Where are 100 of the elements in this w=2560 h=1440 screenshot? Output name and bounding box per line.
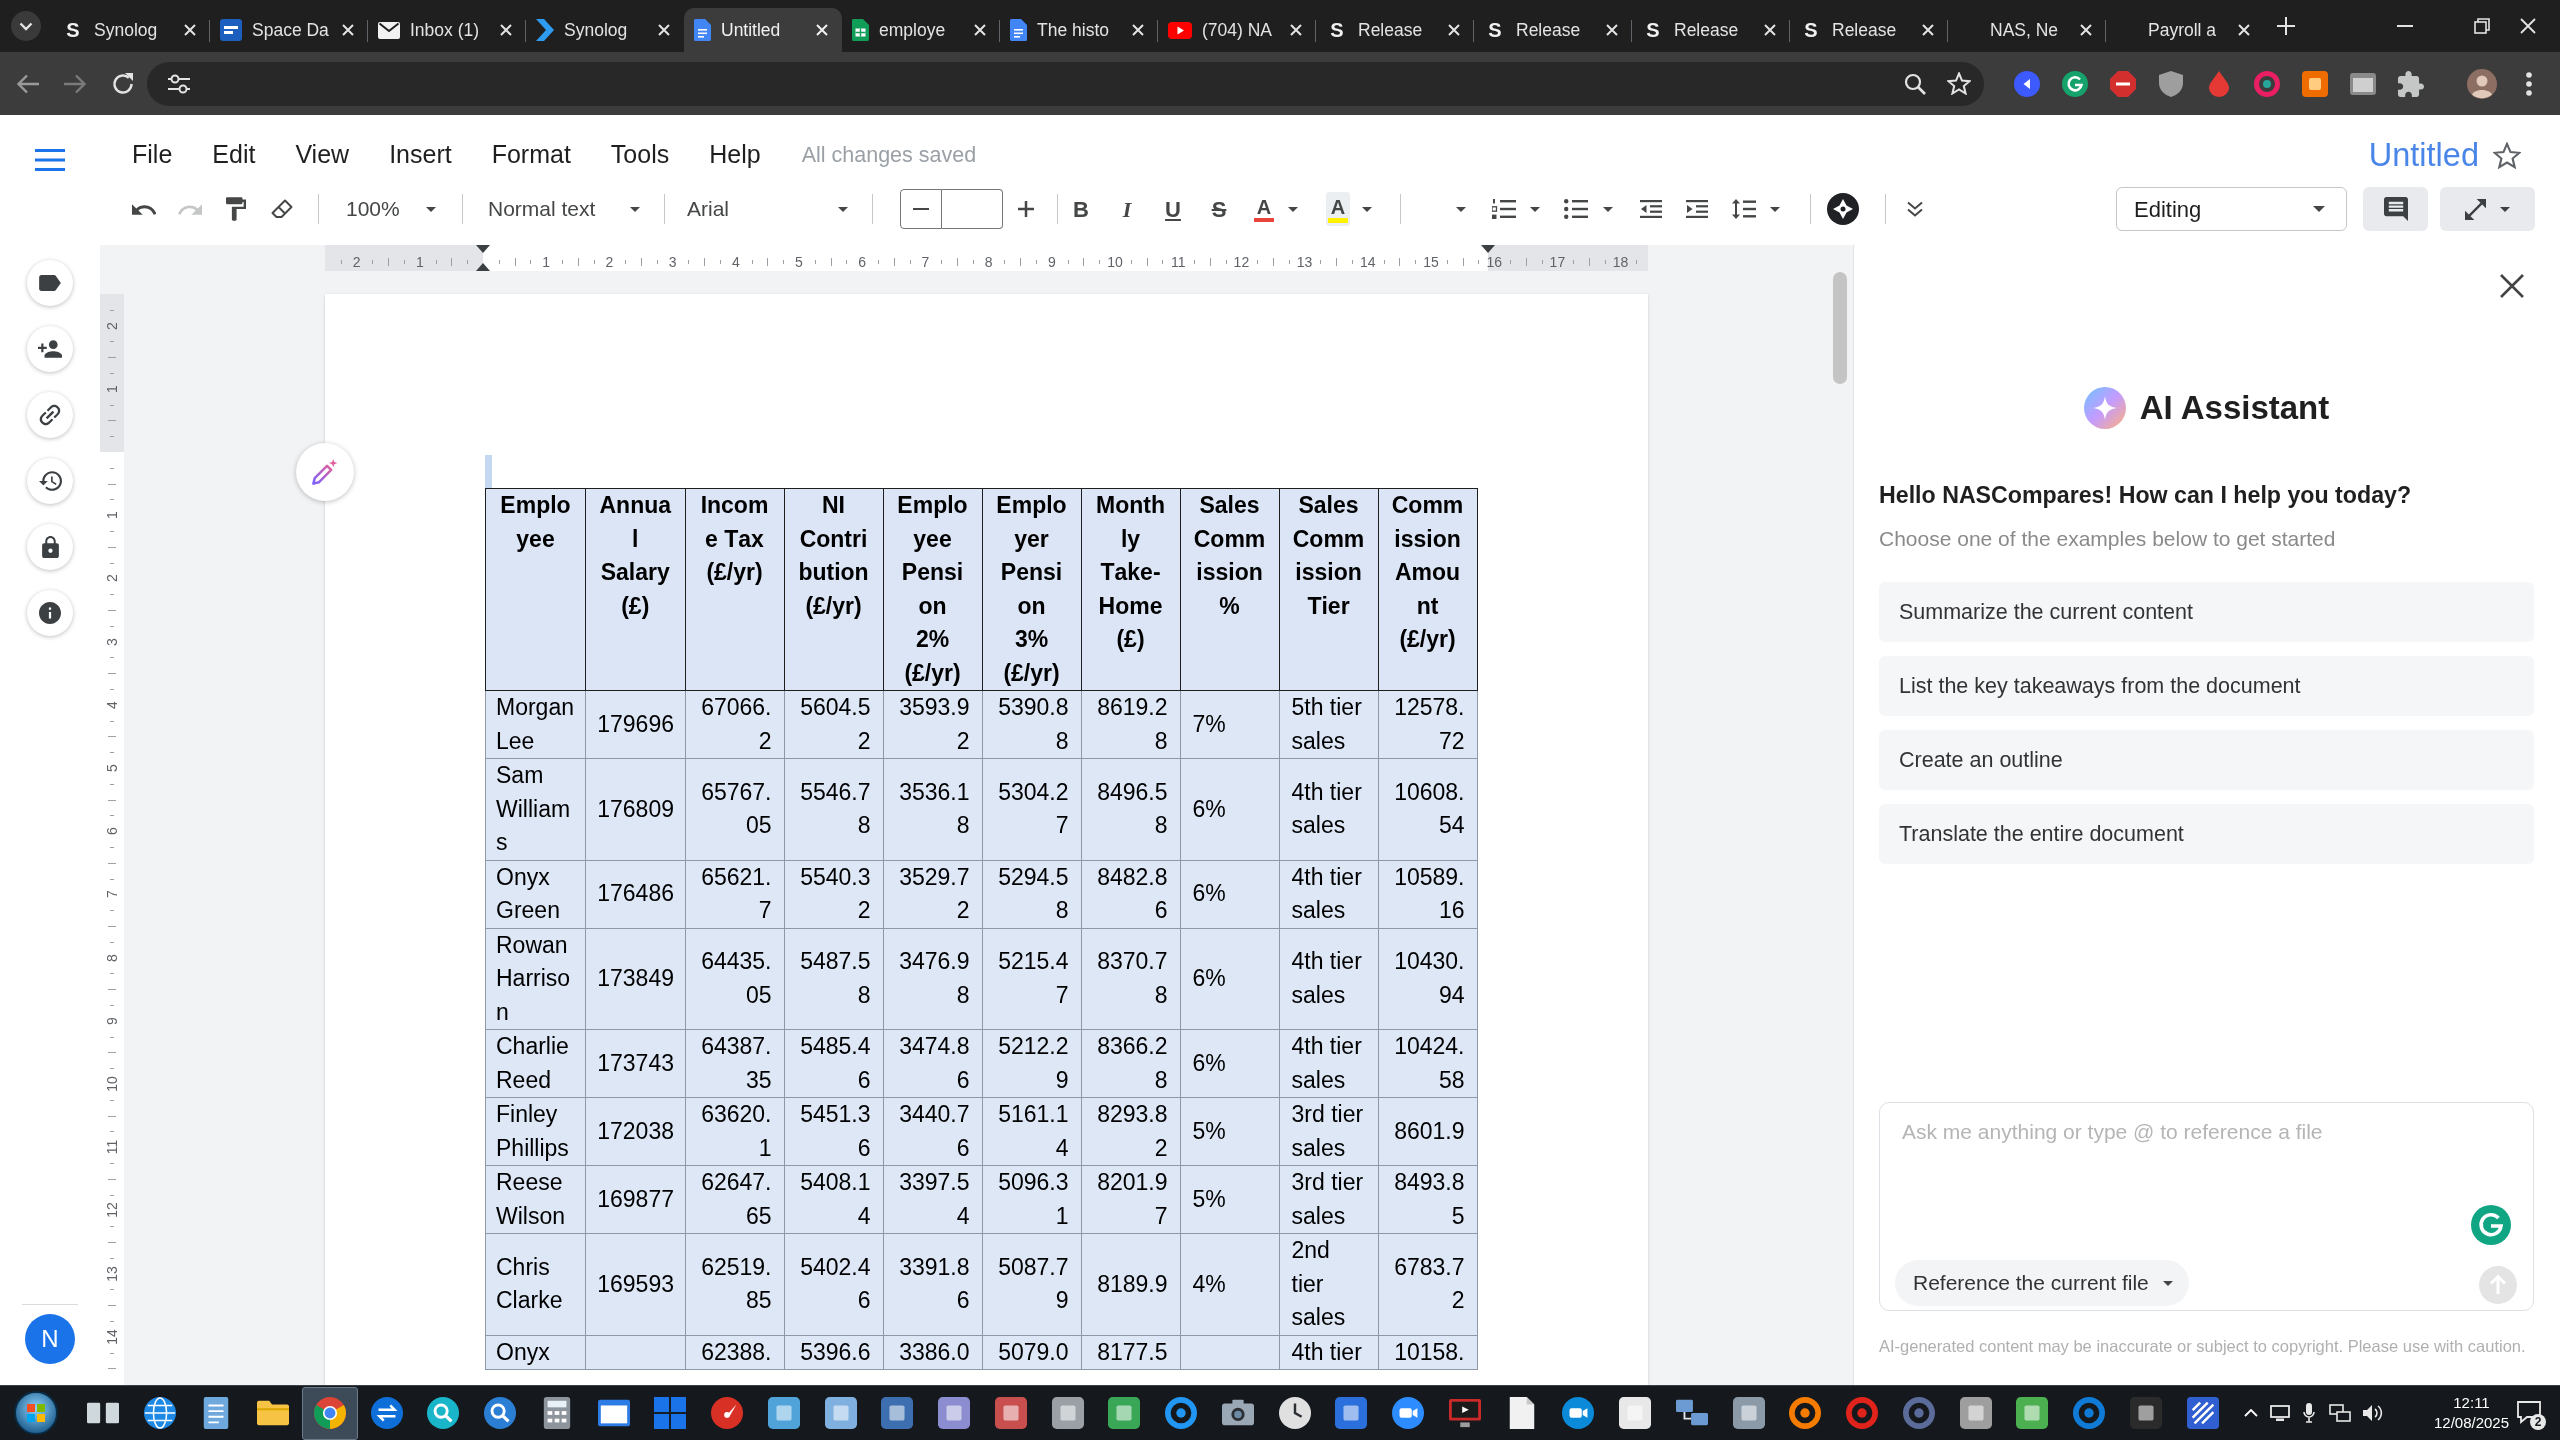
double-chevron-icon[interactable] (1907, 201, 1923, 217)
circle-arc-icon[interactable] (2062, 70, 2088, 97)
caret-icon (426, 206, 436, 212)
browser-tab[interactable]: employe (842, 8, 1000, 52)
sliders-icon[interactable] (168, 73, 190, 94)
more-menu-icon[interactable] (2526, 71, 2532, 96)
spreadsheet-icon (852, 19, 869, 41)
puzzle-icon[interactable] (2398, 70, 2424, 97)
taskbar-button[interactable] (301, 1386, 359, 1440)
browser-tab[interactable]: Space Da (210, 8, 368, 52)
message-icon[interactable] (2516, 1400, 2542, 1424)
highlight-button[interactable]: A (1326, 192, 1350, 226)
line-spacing-icon[interactable] (1732, 199, 1756, 219)
browser-tab[interactable]: S Release (1790, 8, 1948, 52)
scrollbar[interactable] (1833, 272, 1847, 384)
network-icon[interactable] (2329, 1404, 2351, 1422)
menu-item[interactable]: View (275, 133, 370, 177)
ruler-number: 1 (105, 384, 119, 393)
chevron-down-icon[interactable] (11, 11, 41, 41)
bold-button[interactable]: B (1058, 187, 1104, 231)
table-cell: 5th tier sales (1279, 690, 1378, 759)
reload-icon[interactable] (112, 72, 134, 95)
menu-item[interactable]: Help (689, 133, 781, 177)
avatar-icon[interactable] (2467, 68, 2497, 99)
table-cell: 5215.47 (982, 928, 1081, 1030)
bulleted-list-icon[interactable] (1564, 199, 1588, 219)
back-arrow-icon[interactable] (16, 73, 40, 94)
text-color-button[interactable]: A (1252, 192, 1276, 226)
menu-icon[interactable] (35, 149, 65, 171)
speaker-icon[interactable] (2363, 1404, 2383, 1422)
shield-icon[interactable] (2158, 70, 2184, 97)
browser-tab[interactable]: (704) NA (1158, 8, 1316, 52)
link-button[interactable] (27, 392, 73, 438)
browser-tab[interactable]: Inbox (1) (368, 8, 526, 52)
orb-icon[interactable] (14, 1391, 58, 1435)
screen-icon[interactable] (2270, 1405, 2290, 1421)
zoom-dropdown[interactable]: 100% (331, 187, 450, 231)
numbered-list-icon[interactable] (1492, 199, 1516, 219)
browser-tab[interactable]: Untitled (684, 8, 842, 52)
underline-button[interactable]: U (1150, 187, 1196, 231)
italic-button[interactable]: I (1104, 187, 1150, 231)
tag-button[interactable] (27, 260, 73, 306)
menu-item[interactable]: Insert (369, 133, 472, 177)
menu-item[interactable]: Edit (192, 133, 276, 177)
column-header: Sales Commission % (1180, 488, 1279, 691)
address-field[interactable] (147, 61, 1984, 106)
account-avatar[interactable]: N (25, 1314, 75, 1364)
indent-decrease-icon[interactable] (1640, 200, 1662, 218)
restore-icon[interactable] (2474, 18, 2490, 34)
magnifier-icon[interactable] (1904, 72, 1926, 95)
diamond-badge-icon[interactable] (1827, 193, 1859, 225)
mode-dropdown[interactable]: Editing (2116, 187, 2347, 231)
menu-item[interactable]: File (112, 133, 193, 177)
plus-icon[interactable] (2277, 17, 2295, 35)
close-icon[interactable] (2499, 273, 2525, 299)
menu-item[interactable]: Format (471, 133, 591, 177)
history-button[interactable] (27, 458, 73, 504)
share-button[interactable] (27, 326, 73, 372)
star-icon[interactable] (2493, 141, 2521, 169)
comments-button[interactable] (2363, 187, 2428, 231)
menu-item[interactable]: Tools (590, 133, 690, 177)
lock-button[interactable] (27, 524, 73, 570)
suggestion-button[interactable]: Create an outline (1879, 730, 2534, 790)
eraser-icon[interactable] (271, 199, 293, 219)
chevron-up-icon[interactable] (2244, 1409, 2258, 1417)
forward-arrow-icon[interactable] (63, 73, 87, 94)
drop-icon[interactable] (2206, 70, 2232, 97)
clock-date[interactable]: 12/08/2025 (2433, 1413, 2510, 1433)
browser-tab[interactable]: S Release (1316, 8, 1474, 52)
magic-edit-button[interactable] (296, 443, 354, 501)
browser-tab[interactable]: Payroll a (2106, 8, 2264, 52)
undo-icon[interactable] (132, 203, 156, 215)
indent-marker[interactable] (476, 245, 490, 271)
strike-button[interactable]: S (1196, 187, 1242, 231)
reference-file-button[interactable]: Reference the current file (1895, 1260, 2189, 1306)
clock-time[interactable]: 12:11 (2453, 1393, 2490, 1413)
disc-icon[interactable] (2014, 70, 2040, 97)
browser-tab[interactable]: S Release (1474, 8, 1632, 52)
microphone-icon[interactable] (2303, 1403, 2315, 1423)
octagon-icon[interactable] (2110, 70, 2136, 97)
browser-tab[interactable]: Synolog (526, 8, 684, 52)
expand-button[interactable] (2440, 187, 2535, 231)
square-icon[interactable] (2302, 70, 2328, 97)
ring-icon[interactable] (2254, 70, 2280, 97)
font-dropdown[interactable]: Arial (679, 187, 860, 231)
document-title[interactable]: Untitled (2368, 135, 2479, 175)
window-icon[interactable] (2350, 70, 2376, 97)
browser-tab[interactable]: S Synolog (52, 8, 210, 52)
style-dropdown[interactable]: Normal text (475, 187, 650, 231)
suggestion-button[interactable]: Summarize the current content (1879, 582, 2534, 642)
paint-roller-icon[interactable] (226, 197, 246, 221)
browser-tab[interactable]: The histo (1000, 8, 1158, 52)
suggestion-button[interactable]: Translate the entire document (1879, 804, 2534, 864)
suggestion-button[interactable]: List the key takeaways from the document (1879, 656, 2534, 716)
indent-increase-icon[interactable] (1686, 200, 1708, 218)
info-button[interactable] (27, 590, 73, 636)
browser-tab[interactable]: NAS, Ne (1948, 8, 2106, 52)
table-cell: 3476.98 (883, 928, 982, 1030)
font-size-field[interactable] (942, 189, 1003, 229)
browser-tab[interactable]: S Release (1632, 8, 1790, 52)
